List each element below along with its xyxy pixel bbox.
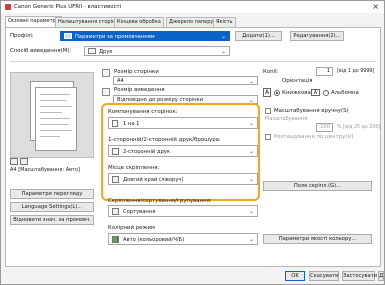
tab-quality[interactable]: Якість [213,17,236,27]
manual-scaling-label: Масштабування вручну(S) [274,108,349,114]
scaling-range: % [від 25 до 200] [337,125,381,130]
color-mode-label: Колірний режим [108,225,155,231]
restore-defaults-button[interactable]: Відновити знач. за промовч. [10,215,94,225]
properties-window: Canon Generic Plus UFRII - властивості ×… [0,0,385,285]
scaling-stepper[interactable]: 100 [316,123,333,132]
chevron-down-icon: ⌄ [248,78,254,85]
collate-select[interactable]: Сортування ⌄ [108,205,258,217]
preview-page-front [35,87,77,151]
copies-range: [від 1 до 9999] [337,69,375,74]
window-title: Canon Generic Plus UFRII - властивості [14,4,122,10]
portrait-radio[interactable] [274,90,280,96]
output-size-label: Розмір виведення [114,87,165,93]
duplex-select[interactable]: 2-сторонній друк ⌄ [108,145,258,157]
page-size-select[interactable]: A4 ⌄ [113,76,258,85]
output-method-label: Спосіб виведення(M): [10,48,72,54]
portrait-icon: A [263,88,271,97]
chevron-down-icon: ⌄ [248,120,254,127]
color-quality-button[interactable]: Параметри якості кольору... [263,234,372,244]
landscape-label: Альбомна [331,90,359,96]
binding-select[interactable]: Довгий край (ліворуч) ⌄ [108,173,258,185]
orientation-label: Орієнтація [282,78,313,84]
add-profile-button[interactable]: Додати(1)... [235,31,282,41]
color-mode-icon [112,236,119,243]
tab-basic-settings[interactable]: Основні параметри [5,16,62,27]
collate-icon [112,208,119,215]
copies-stepper[interactable]: 1 [316,67,333,76]
profile-select[interactable]: Параметри за промовчанням ⌄ [60,31,230,41]
preview-caption: A4 [Масштабування: Авто] [10,167,80,173]
chevron-down-icon: ⌄ [248,176,254,183]
settings-panel: Профілі: Параметри за промовчанням ⌄ Дод… [5,27,381,267]
device-view-icon[interactable] [20,158,28,165]
chevron-down-icon: ⌄ [220,48,226,55]
color-mode-select[interactable]: Авто (кольоровий/Ч/Б) ⌄ [108,233,258,245]
collate-label: Скріплення/сортування/групування: [108,198,212,204]
manual-scaling-checkbox[interactable] [265,108,271,114]
page-layout-select[interactable]: 1 на 1 ⌄ [108,117,258,129]
duplex-icon [112,148,119,155]
center-print-label: Розташування по центру(U) [274,134,354,140]
chevron-down-icon: ⌄ [248,148,254,155]
page-layout-label: Компонування сторінок: [108,109,178,115]
binding-icon [112,176,119,183]
duplex-label: 1-сторонній/2-сторонній друк/брошура: [108,137,221,143]
cancel-button[interactable]: Скасувати [309,271,339,281]
center-print-checkbox[interactable] [265,134,271,140]
close-icon[interactable]: × [372,2,379,11]
help-button[interactable]: Довідка [378,271,384,281]
page-size-label: Розмір сторінки [114,69,159,75]
preview-settings-button[interactable]: Параметри перегляду [10,189,94,199]
tab-finishing[interactable]: Кінцева обробка [114,17,164,27]
printer-app-icon [5,4,11,10]
chevron-down-icon: ⌄ [248,208,254,215]
landscape-radio[interactable] [323,90,329,96]
layout-view-icon[interactable] [10,158,18,165]
binding-label: Місце скріплення: [108,165,160,171]
edit-profile-button[interactable]: Редагування(2)... [290,31,344,41]
chevron-down-icon: ⌄ [248,236,254,243]
portrait-label: Книжкова [282,90,311,96]
title-bar: Canon Generic Plus UFRII - властивості × [1,1,384,13]
output-size-icon [102,88,110,96]
separator [10,61,376,62]
language-settings-button[interactable]: Language Settings(L)... [10,202,94,212]
scaling-sublabel: Масштабування [265,116,308,122]
chevron-down-icon: ⌄ [220,33,226,40]
ok-button[interactable]: OK [285,271,305,281]
output-method-select[interactable]: Друк ⌄ [84,46,230,56]
profile-label: Профілі: [10,33,34,39]
binding-margin-button[interactable]: Поле скріпл.(G)... [263,181,372,191]
landscape-icon: A [311,89,320,96]
page-preview [10,72,94,158]
page-size-icon [102,69,110,77]
profile-icon [64,33,72,39]
printer-icon [88,48,96,54]
apply-button[interactable]: Застосувати [342,271,377,281]
copies-label: Копії: [263,69,279,75]
tab-paper-source[interactable]: Джерело паперу [166,17,217,27]
page-layout-icon [112,120,118,127]
